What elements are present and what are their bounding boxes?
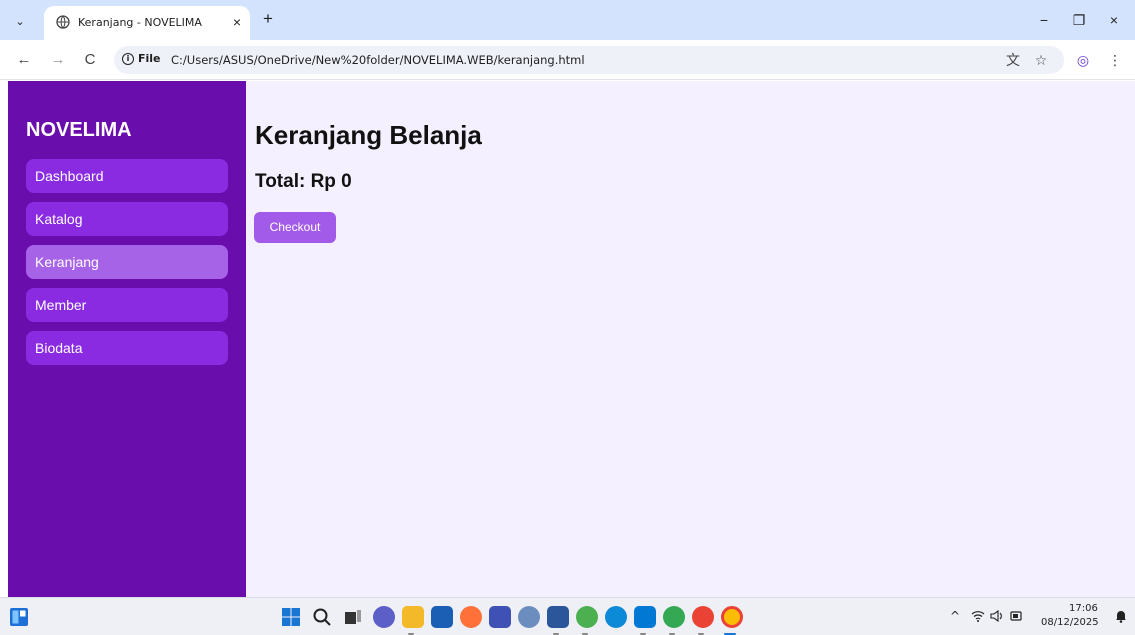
microsoft-store-icon[interactable] bbox=[431, 606, 453, 628]
edge-icon[interactable] bbox=[605, 606, 627, 628]
battery-icon[interactable] bbox=[1009, 609, 1023, 623]
new-tab-button[interactable]: + bbox=[258, 9, 278, 29]
browser-toolbar: ← → C i File C:/Users/ASUS/OneDrive/New%… bbox=[0, 40, 1135, 80]
chrome-profile-icon[interactable] bbox=[576, 606, 598, 628]
url-text[interactable]: C:/Users/ASUS/OneDrive/New%20folder/NOVE… bbox=[171, 53, 585, 67]
restore-button[interactable]: ❐ bbox=[1064, 8, 1094, 32]
address-bar[interactable]: i File C:/Users/ASUS/OneDrive/New%20fold… bbox=[114, 46, 1064, 74]
active-tab[interactable]: Keranjang - NOVELIMA × bbox=[44, 6, 250, 40]
sidebar-item-dashboard[interactable]: Dashboard bbox=[26, 159, 228, 193]
chrome-profile-icon[interactable] bbox=[692, 606, 714, 628]
volume-icon[interactable] bbox=[990, 610, 1004, 622]
reload-button[interactable]: C bbox=[80, 50, 100, 70]
chrome-icon[interactable] bbox=[721, 606, 743, 628]
site-info-chip[interactable]: i File bbox=[122, 52, 161, 65]
widgets-icon[interactable] bbox=[10, 608, 28, 626]
bookmark-star-icon[interactable]: ☆ bbox=[1031, 50, 1051, 70]
vscode-icon[interactable] bbox=[634, 606, 656, 628]
word-icon[interactable] bbox=[547, 606, 569, 628]
tray-overflow-icon[interactable]: ^ bbox=[950, 609, 960, 623]
profile-icon[interactable]: ◎ bbox=[1073, 50, 1093, 70]
sidebar-item-member[interactable]: Member bbox=[26, 288, 228, 322]
tab-title: Keranjang - NOVELIMA bbox=[78, 16, 202, 29]
taskbar: ^ 17:06 08/12/2025 bbox=[0, 597, 1135, 635]
sidebar-item-keranjang[interactable]: Keranjang bbox=[26, 245, 228, 279]
globe-app-icon[interactable] bbox=[518, 606, 540, 628]
task-view-icon[interactable] bbox=[344, 608, 362, 626]
tab-close-button[interactable]: × bbox=[228, 13, 246, 31]
teams-chat-icon[interactable] bbox=[373, 606, 395, 628]
tab-search-button[interactable]: ⌄ bbox=[8, 9, 32, 33]
sidebar-item-biodata[interactable]: Biodata bbox=[26, 331, 228, 365]
chrome-profile-icon[interactable] bbox=[663, 606, 685, 628]
menu-icon[interactable]: ⋮ bbox=[1105, 50, 1125, 70]
start-icon[interactable] bbox=[282, 608, 300, 626]
checkout-button[interactable]: Checkout bbox=[254, 212, 336, 243]
clock-time[interactable]: 17:06 bbox=[1069, 603, 1098, 614]
notification-bell-icon[interactable] bbox=[1114, 609, 1128, 623]
sidebar-item-katalog[interactable]: Katalog bbox=[26, 202, 228, 236]
firefox-icon[interactable] bbox=[460, 606, 482, 628]
brand-logo: NOVELIMA bbox=[26, 119, 132, 141]
page-title: Keranjang Belanja bbox=[255, 120, 482, 150]
browser-tab-strip: ⌄ Keranjang - NOVELIMA × + − ❐ × bbox=[0, 0, 1135, 40]
file-explorer-icon[interactable] bbox=[402, 606, 424, 628]
globe-icon bbox=[56, 15, 70, 29]
back-button[interactable]: ← bbox=[14, 50, 34, 70]
search-icon[interactable] bbox=[312, 607, 332, 627]
translate-icon[interactable]: 文 bbox=[1003, 50, 1023, 70]
forward-button[interactable]: → bbox=[48, 50, 68, 70]
sidebar: NOVELIMA Dashboard Katalog Keranjang Mem… bbox=[8, 81, 246, 597]
clock-date[interactable]: 08/12/2025 bbox=[1041, 617, 1099, 628]
site-info-label: File bbox=[138, 52, 161, 65]
wifi-icon[interactable] bbox=[971, 610, 985, 622]
cart-total: Total: Rp 0 bbox=[255, 171, 352, 192]
info-icon: i bbox=[122, 52, 134, 65]
app-icon[interactable] bbox=[489, 606, 511, 628]
close-window-button[interactable]: × bbox=[1099, 8, 1129, 32]
page-content: NOVELIMA Dashboard Katalog Keranjang Mem… bbox=[8, 81, 1135, 597]
minimize-button[interactable]: − bbox=[1029, 8, 1059, 32]
